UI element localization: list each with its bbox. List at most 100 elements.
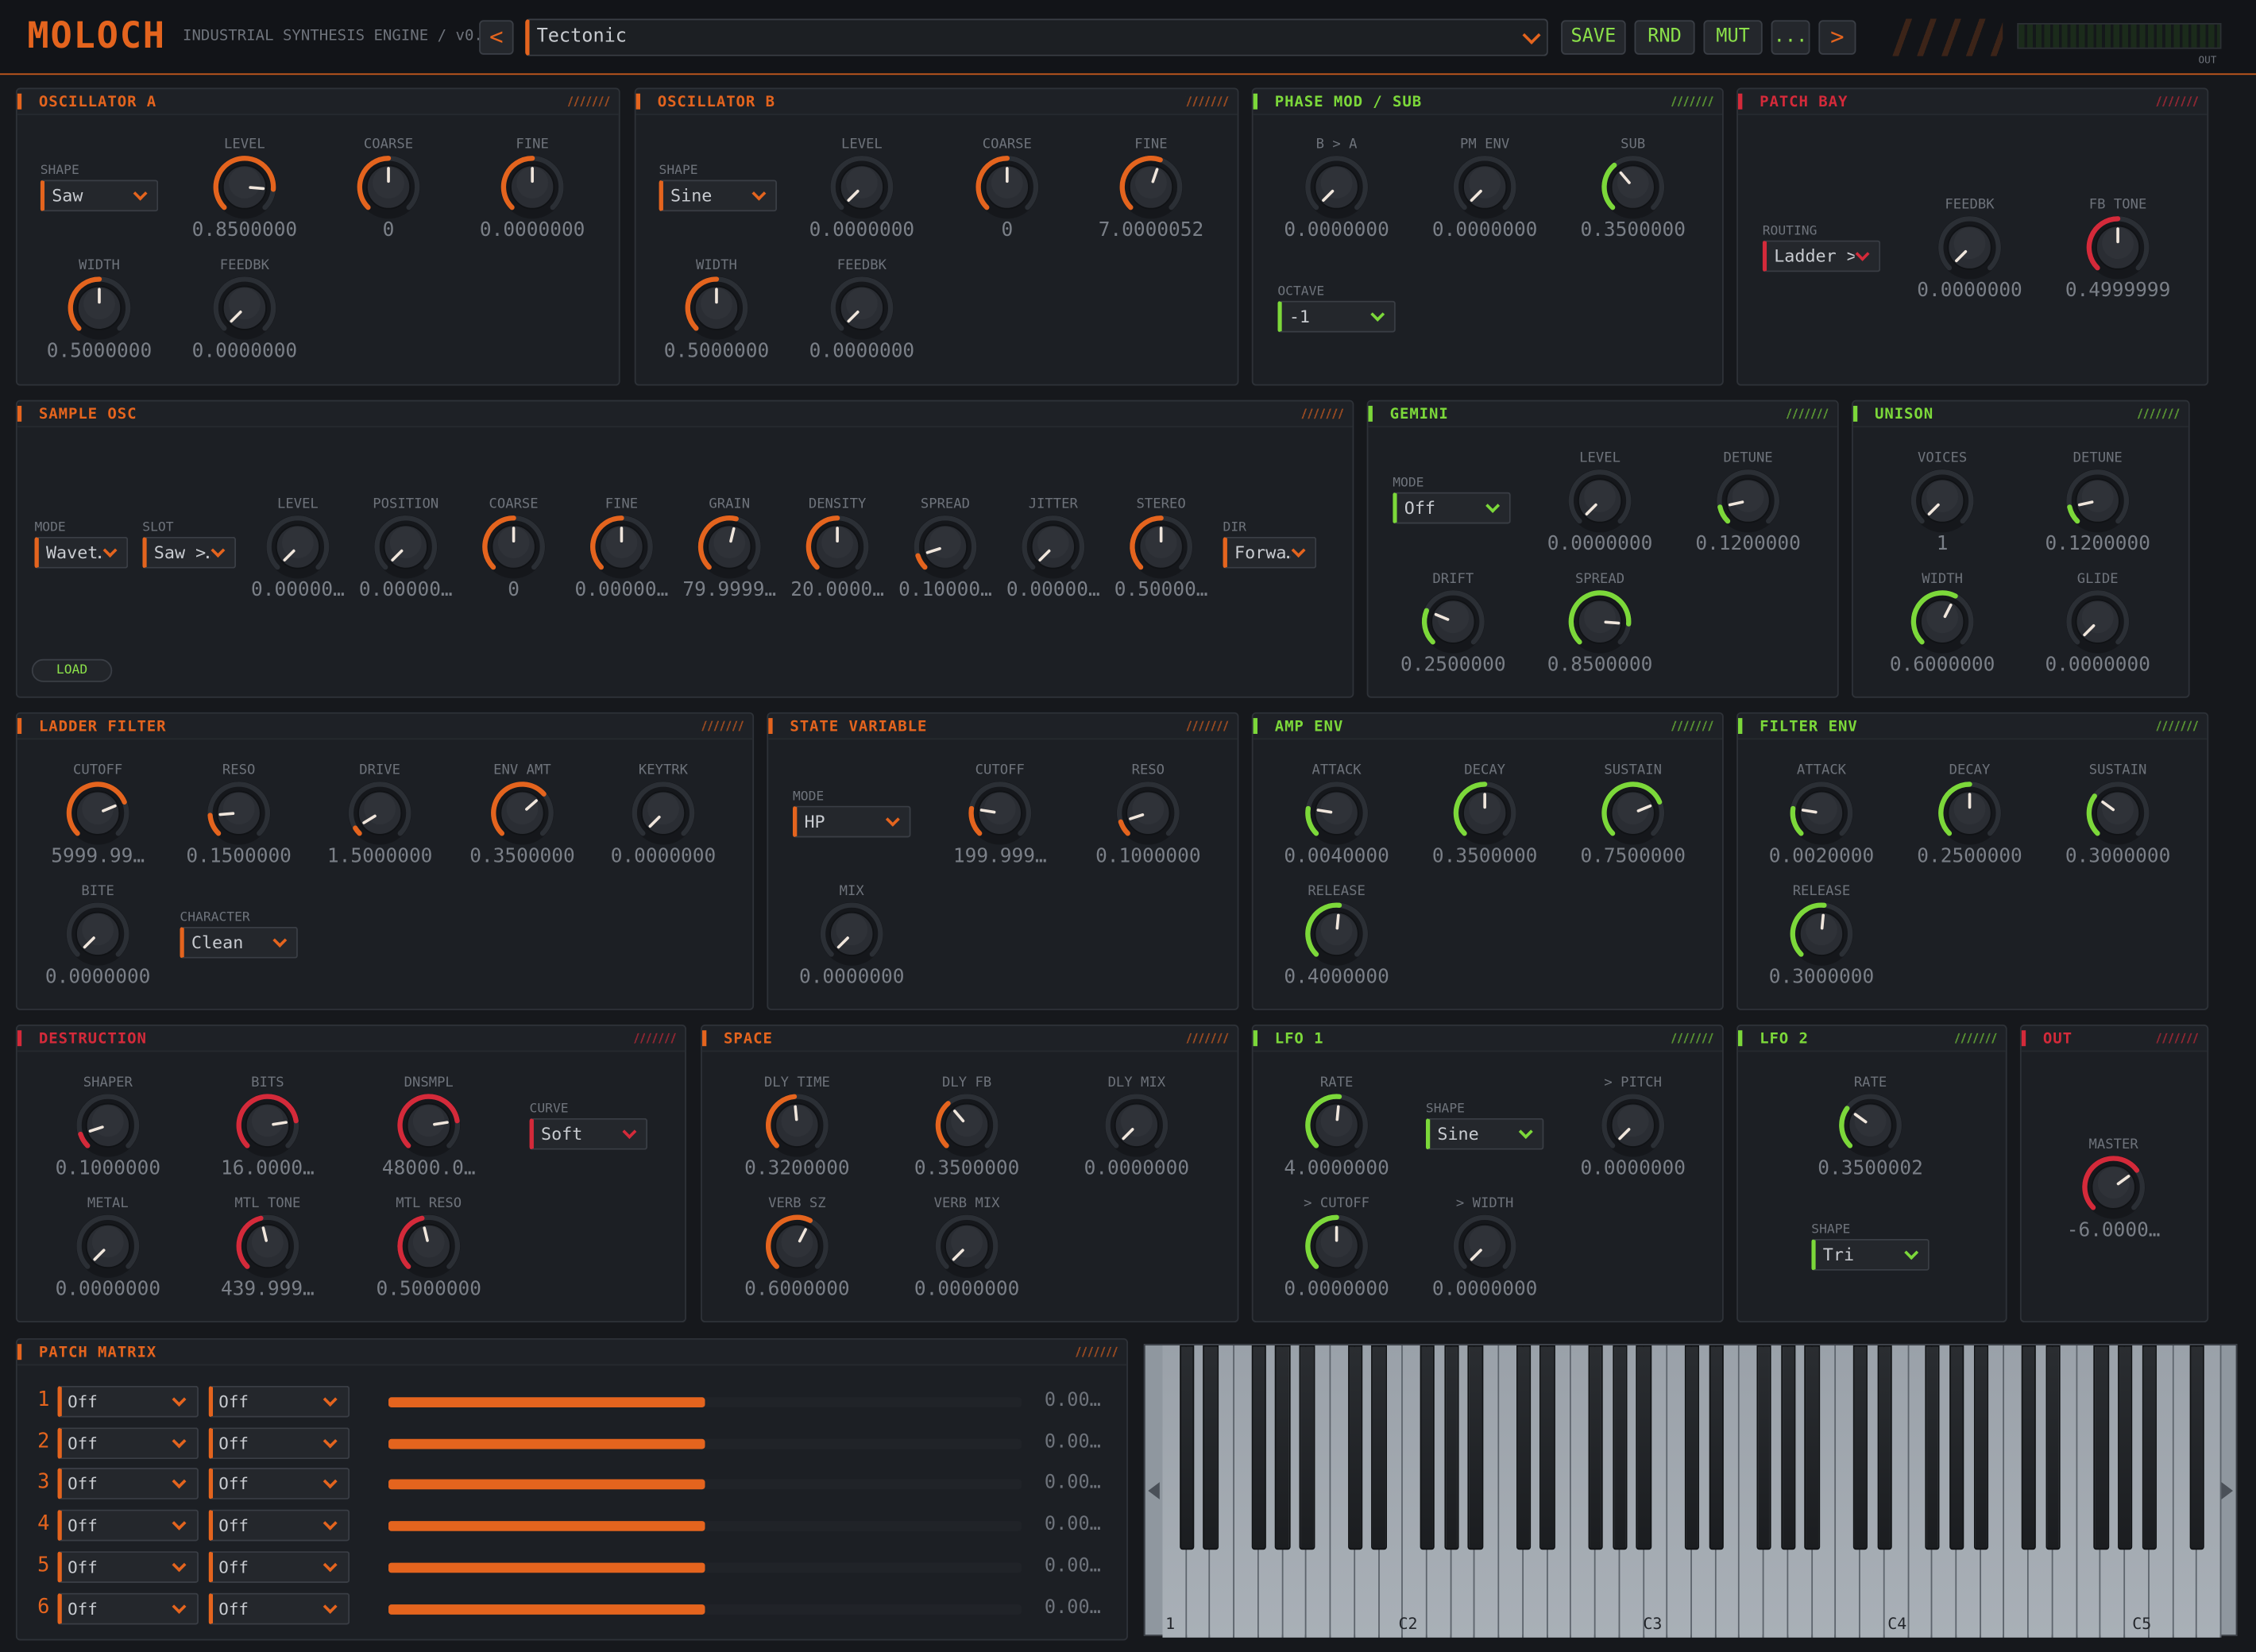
knob-lfo-1-width[interactable]: > WIDTH 0.0000000 — [1413, 1196, 1557, 1340]
knob-dial[interactable] — [630, 780, 696, 846]
knob-dial[interactable] — [697, 514, 763, 580]
next-preset-button[interactable]: > — [1818, 20, 1856, 55]
knob-dial[interactable] — [1304, 1213, 1369, 1279]
knob-dial[interactable] — [65, 901, 131, 967]
black-key[interactable] — [2093, 1345, 2109, 1550]
knob-patch-bay-feedbk[interactable]: FEEDBK 0.0000000 — [1898, 197, 2042, 341]
knob-lfo-2-rate[interactable]: RATE 0.3500002 — [1798, 1075, 1942, 1218]
knob-dial[interactable] — [1909, 589, 1975, 654]
knob-space-verb-mix[interactable]: VERB MIX 0.0000000 — [895, 1196, 1039, 1340]
knob-dial[interactable] — [2065, 468, 2130, 534]
knob-dial[interactable] — [234, 1213, 300, 1279]
preset-selector[interactable]: Tectonic — [525, 18, 1548, 56]
black-key[interactable] — [1179, 1345, 1195, 1550]
black-key[interactable] — [1636, 1345, 1651, 1550]
knob-dial[interactable] — [234, 1092, 300, 1158]
dropdown-sample-osc-dir[interactable]: DIR Forwa… — [1223, 521, 1317, 570]
knob-dial[interactable] — [1103, 1092, 1169, 1158]
piano-keyboard[interactable]: 1 C2 C3 C4 C5 — [1143, 1344, 2238, 1638]
knob-dial[interactable] — [933, 1092, 999, 1158]
black-key[interactable] — [1876, 1345, 1892, 1550]
knob-dial[interactable] — [1304, 780, 1369, 846]
black-key[interactable] — [1805, 1345, 1820, 1550]
knob-dial[interactable] — [1304, 154, 1369, 220]
knob-oscillator-a-coarse[interactable]: COARSE 0 — [316, 137, 460, 280]
dropdown-oscillator-a-shape[interactable]: SHAPE Saw — [40, 164, 159, 214]
knob-dial[interactable] — [1600, 780, 1666, 846]
knob-dial[interactable] — [66, 275, 132, 341]
knob-oscillator-a-width[interactable]: WIDTH 0.5000000 — [27, 257, 171, 401]
knob-dial[interactable] — [1304, 1092, 1369, 1158]
matrix-destination-select[interactable]: Off — [208, 1468, 350, 1500]
knob-oscillator-a-feedbk[interactable]: FEEDBK 0.0000000 — [172, 257, 316, 401]
dropdown-box[interactable]: Forwa… — [1223, 536, 1317, 569]
knob-dial[interactable] — [967, 780, 1033, 846]
knob-dial[interactable] — [683, 275, 749, 341]
knob-state-variable-cutoff[interactable]: CUTOFF 199.999… — [928, 762, 1072, 906]
matrix-amount-slider[interactable] — [388, 1480, 1022, 1490]
black-key[interactable] — [1371, 1345, 1387, 1550]
matrix-source-select[interactable]: Off — [57, 1592, 199, 1624]
black-key[interactable] — [1420, 1345, 1435, 1550]
knob-amp-env-sustain[interactable]: SUSTAIN 0.7500000 — [1561, 762, 1705, 906]
black-key[interactable] — [1852, 1345, 1868, 1550]
black-key[interactable] — [1443, 1345, 1459, 1550]
knob-dial[interactable] — [912, 514, 978, 580]
more-menu-button[interactable]: ... — [1771, 20, 1810, 55]
knob-dial[interactable] — [1452, 154, 1518, 220]
knob-dial[interactable] — [1837, 1092, 1903, 1158]
knob-dial[interactable] — [1304, 901, 1369, 967]
knob-dial[interactable] — [974, 154, 1040, 220]
knob-ladder-filter-bite[interactable]: BITE 0.0000000 — [26, 883, 170, 1027]
scroll-right-arrow-icon[interactable] — [2221, 1482, 2233, 1500]
knob-ladder-filter-drive[interactable]: DRIVE 1.5000000 — [308, 762, 452, 906]
knob-space-verb-sz[interactable]: VERB SZ 0.6000000 — [725, 1196, 869, 1340]
matrix-source-select[interactable]: Off — [57, 1385, 199, 1418]
dropdown-destruction-curve[interactable]: CURVE Soft — [529, 1102, 648, 1152]
dropdown-box[interactable]: Saw — [40, 179, 159, 212]
black-key[interactable] — [1539, 1345, 1555, 1550]
knob-out-master[interactable]: MASTER -6.0000… — [2042, 1137, 2185, 1280]
dropdown-ladder-filter-character[interactable]: CHARACTER Clean — [180, 911, 298, 960]
knob-dial[interactable] — [764, 1092, 830, 1158]
black-key[interactable] — [1973, 1345, 1988, 1550]
knob-dial[interactable] — [2080, 1154, 2146, 1220]
knob-dial[interactable] — [1020, 514, 1086, 580]
knob-lfo-1-pitch[interactable]: > PITCH 0.0000000 — [1561, 1075, 1705, 1218]
knob-destruction-mtl-reso[interactable]: MTL RESO 0.5000000 — [357, 1196, 500, 1340]
knob-dial[interactable] — [1937, 214, 2003, 280]
knob-dial[interactable] — [1937, 780, 2003, 846]
knob-dial[interactable] — [346, 780, 412, 846]
dropdown-patch-bay-routing[interactable]: ROUTING Ladder >… — [1762, 225, 1881, 274]
knob-dial[interactable] — [1909, 468, 1975, 534]
dropdown-lfo-2-shape[interactable]: SHAPE Tri — [1811, 1223, 1930, 1272]
knob-dial[interactable] — [373, 514, 438, 580]
matrix-amount-slider[interactable] — [388, 1521, 1022, 1531]
matrix-source-select[interactable]: Off — [57, 1550, 199, 1583]
knob-dial[interactable] — [1600, 1092, 1666, 1158]
black-key[interactable] — [1612, 1345, 1628, 1550]
dropdown-gemini-mode[interactable]: MODE Off — [1393, 477, 1511, 526]
knob-gemini-drift[interactable]: DRIFT 0.2500000 — [1381, 571, 1525, 715]
black-key[interactable] — [1780, 1345, 1796, 1550]
dropdown-box[interactable]: Off — [1393, 492, 1511, 524]
knob-unison-glide[interactable]: GLIDE 0.0000000 — [2026, 571, 2169, 715]
knob-dial[interactable] — [75, 1213, 141, 1279]
black-key[interactable] — [2142, 1345, 2157, 1550]
knob-dial[interactable] — [1118, 154, 1184, 220]
knob-dial[interactable] — [355, 154, 421, 220]
knob-dial[interactable] — [499, 154, 565, 220]
black-key[interactable] — [2021, 1345, 2037, 1550]
knob-state-variable-mix[interactable]: MIX 0.0000000 — [780, 883, 924, 1027]
matrix-amount-slider[interactable] — [388, 1562, 1022, 1573]
dropdown-state-variable-mode[interactable]: MODE HP — [792, 790, 911, 840]
matrix-destination-select[interactable]: Off — [208, 1426, 350, 1459]
knob-dial[interactable] — [2084, 214, 2150, 280]
knob-amp-env-release[interactable]: RELEASE 0.4000000 — [1265, 883, 1408, 1027]
knob-destruction-mtl-tone[interactable]: MTL TONE 439.999… — [195, 1196, 339, 1340]
knob-dial[interactable] — [206, 780, 272, 846]
dropdown-sample-osc-slot[interactable]: SLOT Saw >… — [142, 521, 237, 570]
knob-sample-osc-stereo[interactable]: STEREO 0.50000… — [1089, 496, 1233, 640]
dropdown-box[interactable]: Sine — [1425, 1117, 1544, 1150]
dropdown-phase-mod-sub-octave[interactable]: OCTAVE -1 — [1277, 285, 1396, 334]
